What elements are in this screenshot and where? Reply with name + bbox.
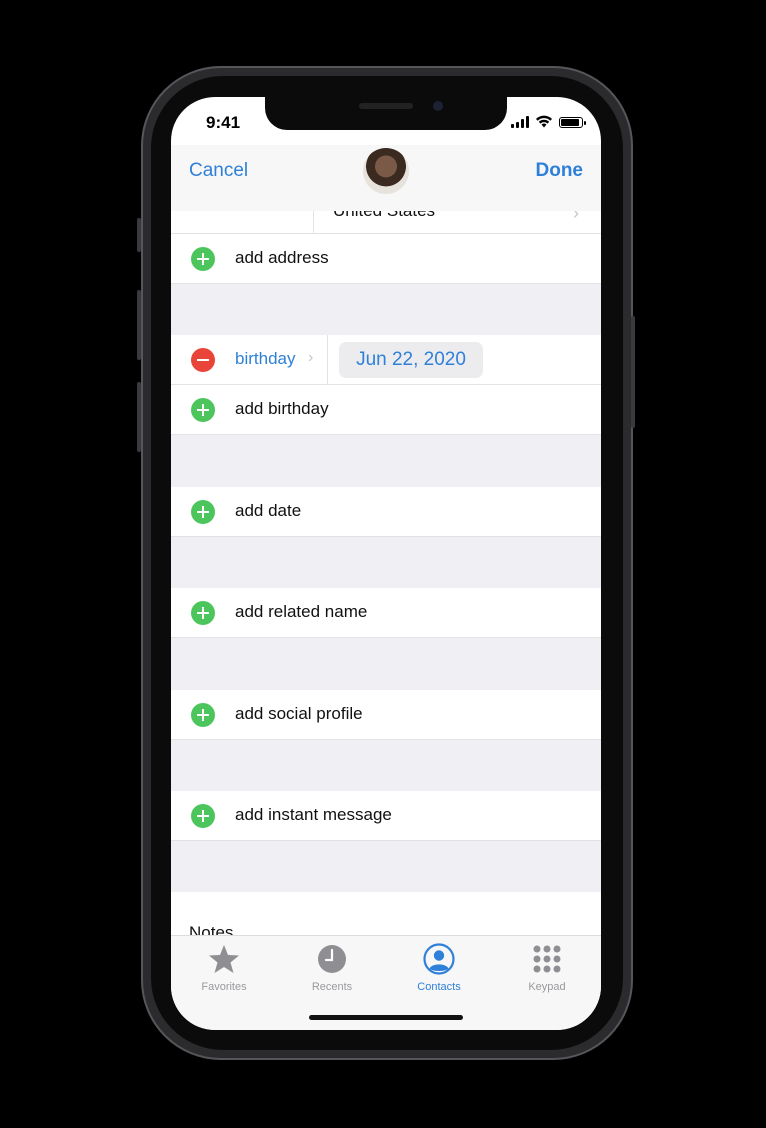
add-social-profile-label: add social profile — [235, 704, 363, 723]
birthday-label[interactable]: birthday — [235, 349, 295, 369]
tab-label: Recents — [311, 981, 353, 993]
add-icon[interactable] — [191, 703, 215, 727]
add-instant-message-label: add instant message — [235, 805, 392, 824]
battery-icon — [559, 117, 586, 128]
field-separator — [327, 335, 328, 384]
front-camera — [433, 101, 443, 111]
notes-row[interactable] — [171, 892, 601, 935]
birthday-date-picker[interactable]: Jun 22, 2020 — [339, 342, 483, 378]
cellular-signal-icon — [511, 116, 529, 128]
birthday-row[interactable]: birthday › Jun 22, 2020 — [171, 335, 601, 385]
chevron-right-icon: › — [573, 211, 579, 223]
add-social-profile-row[interactable]: add social profile — [171, 690, 601, 740]
add-related-name-label: add related name — [235, 602, 368, 621]
earpiece — [359, 103, 413, 109]
cancel-button[interactable]: Cancel — [189, 160, 248, 182]
done-button[interactable]: Done — [536, 160, 584, 182]
tab-keypad[interactable]: Keypad — [497, 942, 597, 993]
tab-favorites[interactable]: Favorites — [174, 942, 274, 993]
notch — [265, 97, 507, 130]
star-icon — [209, 945, 239, 973]
contact-avatar[interactable] — [363, 148, 409, 194]
keypad-icon — [533, 945, 561, 973]
add-icon[interactable] — [191, 398, 215, 422]
contact-edit-list[interactable]: United States › add address birthday › J… — [171, 211, 601, 935]
add-icon[interactable] — [191, 601, 215, 625]
tab-label: Contacts — [417, 981, 461, 993]
notes-label: Notes — [189, 923, 234, 935]
add-icon[interactable] — [191, 247, 215, 271]
status-time: 9:41 — [206, 113, 241, 132]
add-birthday-row[interactable]: add birthday — [171, 385, 601, 435]
status-icons — [511, 115, 586, 128]
clock-icon — [318, 945, 346, 973]
add-instant-message-row[interactable]: add instant message — [171, 791, 601, 841]
address-country-value: United States — [333, 211, 435, 221]
volume-up-button — [137, 290, 141, 360]
add-icon[interactable] — [191, 500, 215, 524]
volume-down-button — [137, 382, 141, 452]
navigation-bar: Cancel Done — [171, 145, 601, 211]
remove-icon[interactable] — [191, 348, 215, 372]
add-date-row[interactable]: add date — [171, 487, 601, 537]
screen: 9:41 Cancel Done United States › — [171, 97, 601, 1030]
add-icon[interactable] — [191, 804, 215, 828]
person-circle-icon — [423, 943, 455, 975]
tab-contacts[interactable]: Contacts — [389, 942, 489, 993]
add-related-name-row[interactable]: add related name — [171, 588, 601, 638]
home-indicator[interactable] — [309, 1015, 463, 1020]
tab-label: Favorites — [201, 981, 247, 993]
address-country-row[interactable]: United States › — [171, 211, 601, 234]
wifi-icon — [536, 115, 552, 128]
power-button — [631, 316, 635, 428]
add-address-label: add address — [235, 248, 329, 267]
tab-recents[interactable]: Recents — [282, 942, 382, 993]
add-birthday-label: add birthday — [235, 399, 329, 418]
tab-label: Keypad — [528, 981, 566, 993]
field-separator — [313, 211, 314, 233]
add-address-row[interactable]: add address — [171, 234, 601, 284]
chevron-right-icon: › — [308, 349, 314, 366]
add-date-label: add date — [235, 501, 302, 520]
silent-switch — [137, 218, 141, 252]
